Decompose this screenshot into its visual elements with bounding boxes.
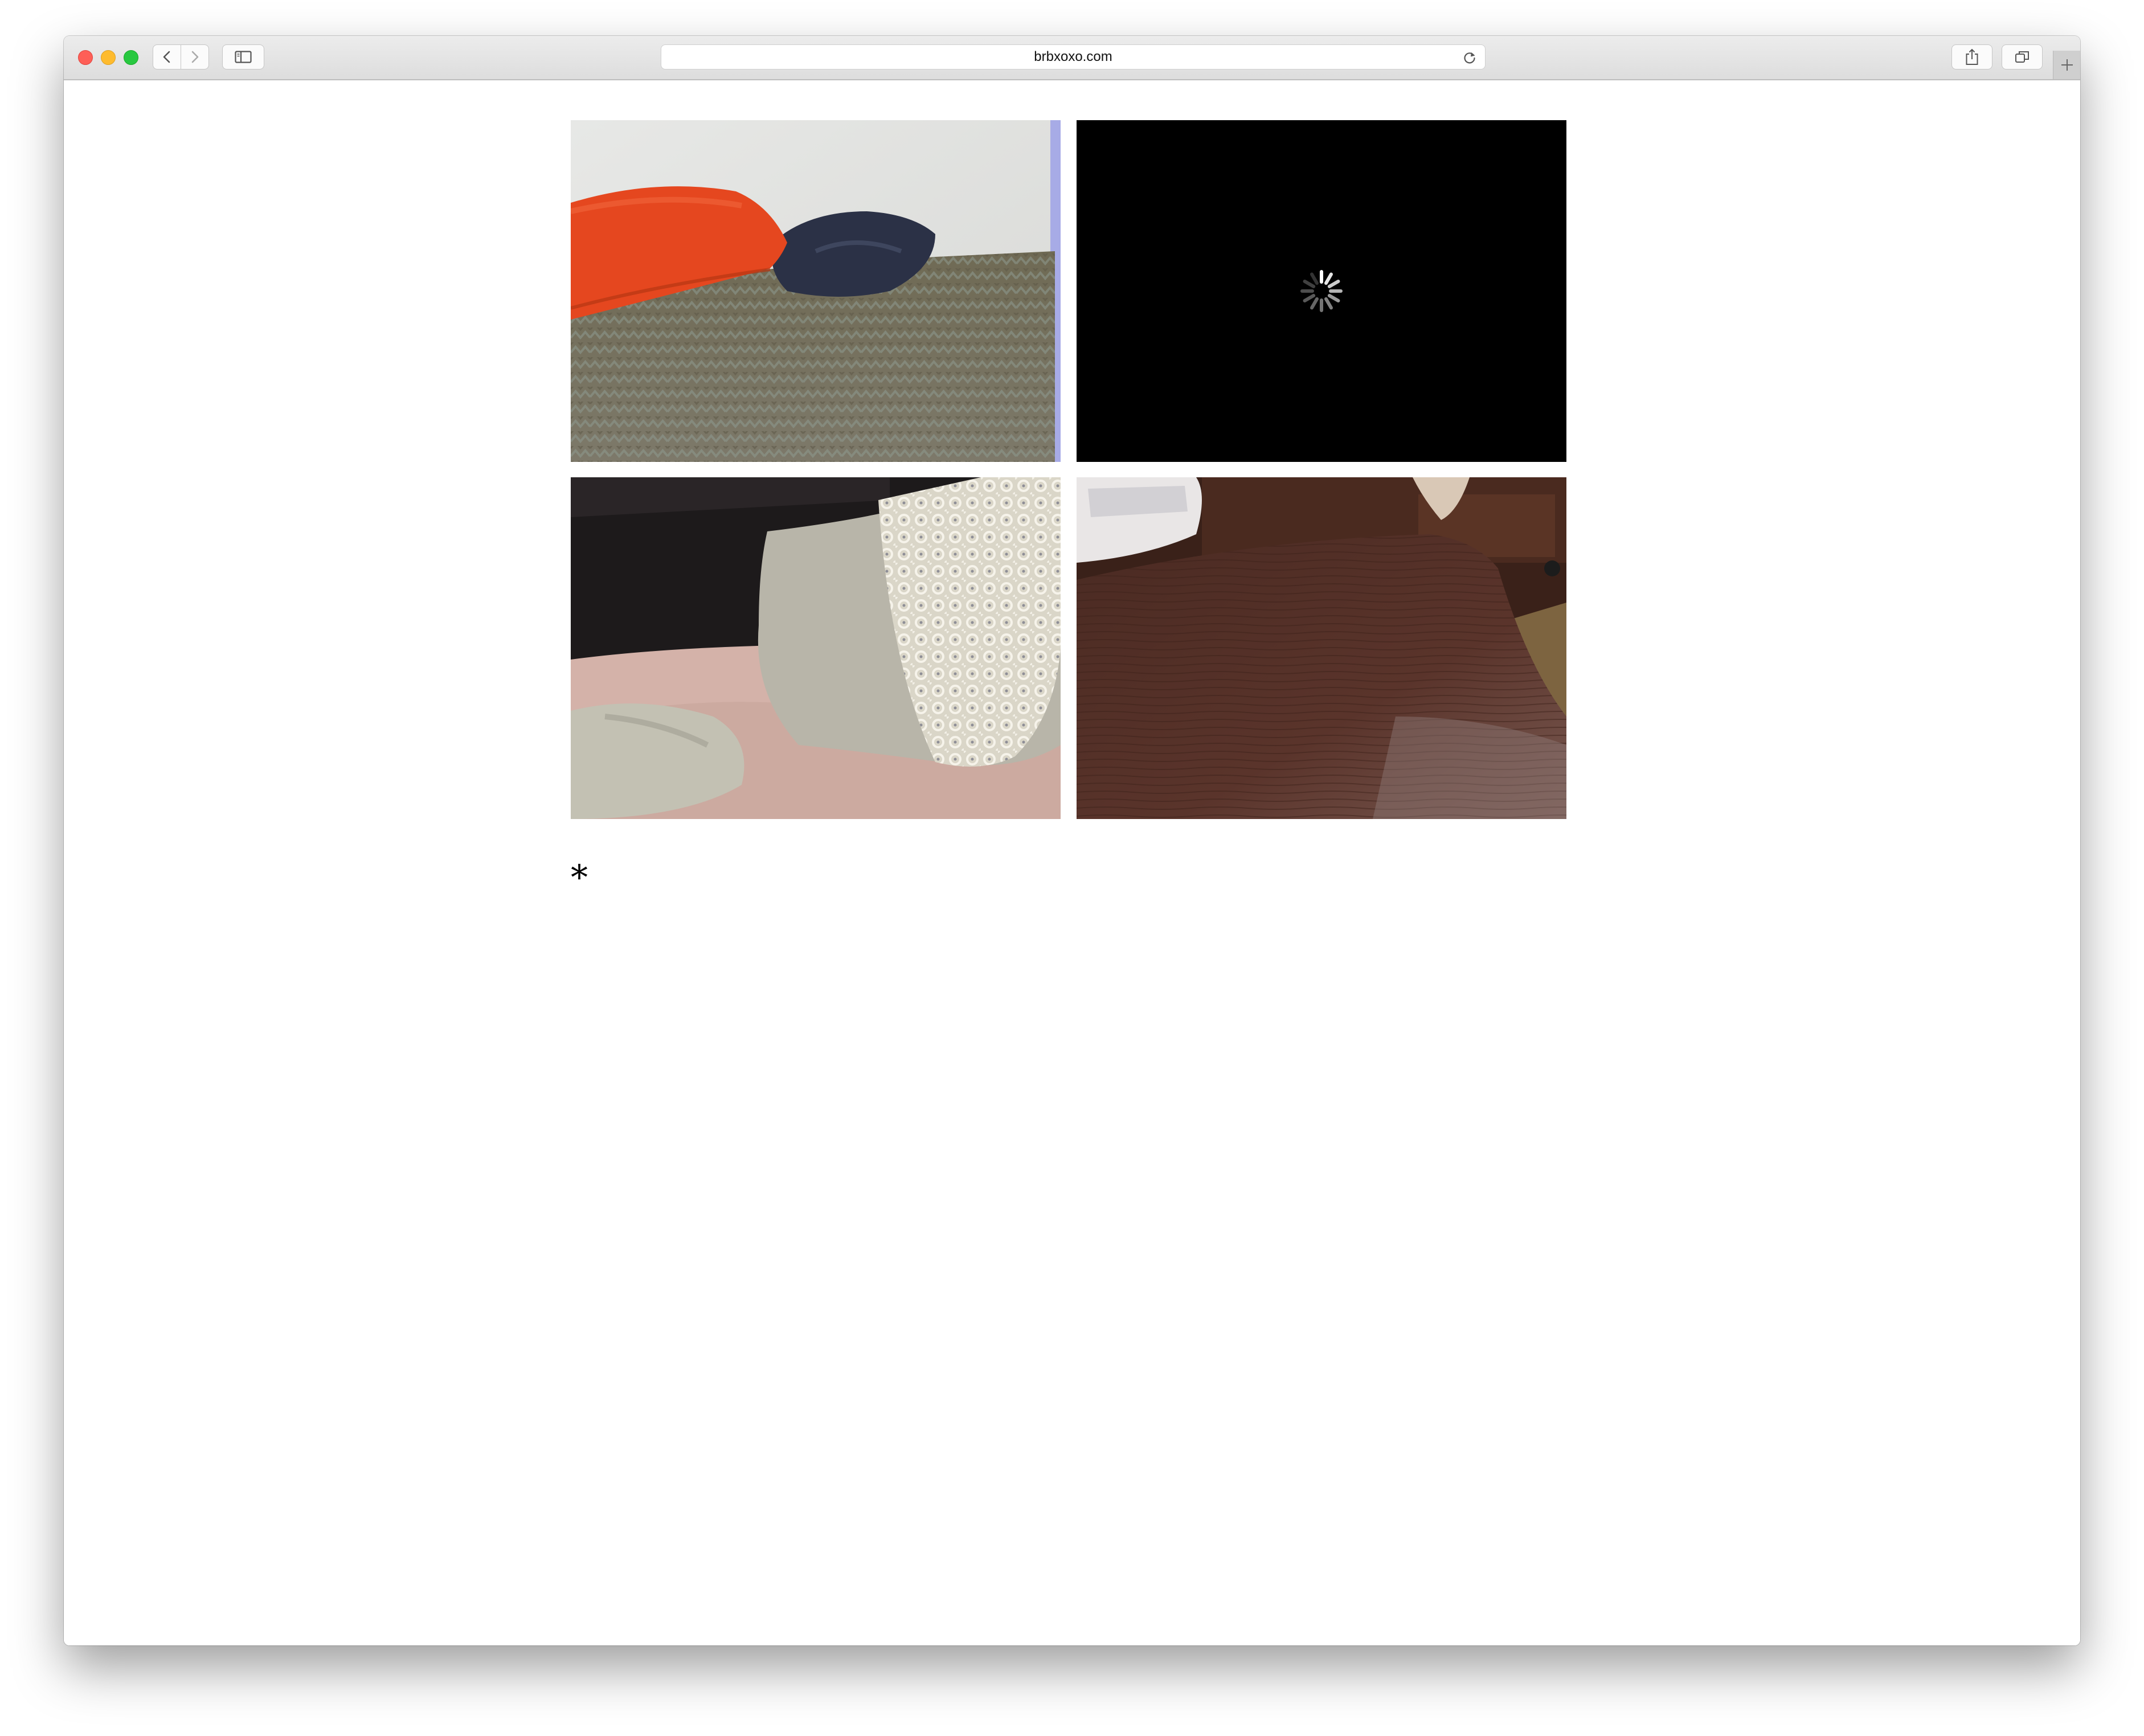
webcam-feed-table <box>1077 477 1566 819</box>
browser-toolbar: brbxoxo.com <box>64 36 2080 80</box>
forward-button[interactable] <box>181 44 209 69</box>
new-tab-icon <box>2061 59 2073 71</box>
webcam-feed-pillow <box>571 477 1061 819</box>
back-icon <box>163 51 170 63</box>
new-tab-button[interactable] <box>2053 51 2080 79</box>
forward-icon <box>191 51 199 63</box>
browser-window: brbxoxo.com * <box>64 36 2080 1645</box>
back-button[interactable] <box>153 44 181 69</box>
webcam-feed-bed <box>571 120 1061 462</box>
address-url: brbxoxo.com <box>1034 49 1112 64</box>
footer-asterisk[interactable]: * <box>571 861 588 895</box>
page-content: * <box>64 80 2080 1645</box>
video-tile-bed-orange-pillow[interactable] <box>571 120 1061 462</box>
minimize-window-button[interactable] <box>101 50 116 65</box>
spinner-icon <box>1077 120 1566 462</box>
tabs-overview-icon <box>2015 51 2029 63</box>
zoom-window-button[interactable] <box>124 50 138 65</box>
close-window-button[interactable] <box>78 50 93 65</box>
video-tile-wood-table[interactable] <box>1077 477 1566 819</box>
share-button[interactable] <box>1951 44 1992 69</box>
video-tile-lace-pillow[interactable] <box>571 477 1061 819</box>
tabs-overview-button[interactable] <box>2002 44 2043 69</box>
sidebar-button[interactable] <box>222 44 264 69</box>
reload-icon <box>1464 52 1475 64</box>
share-icon <box>1966 48 1978 65</box>
video-tile-loading[interactable] <box>1077 120 1566 462</box>
reload-button[interactable] <box>1462 50 1477 68</box>
address-bar[interactable]: brbxoxo.com <box>661 44 1486 69</box>
sidebar-icon <box>235 51 252 63</box>
